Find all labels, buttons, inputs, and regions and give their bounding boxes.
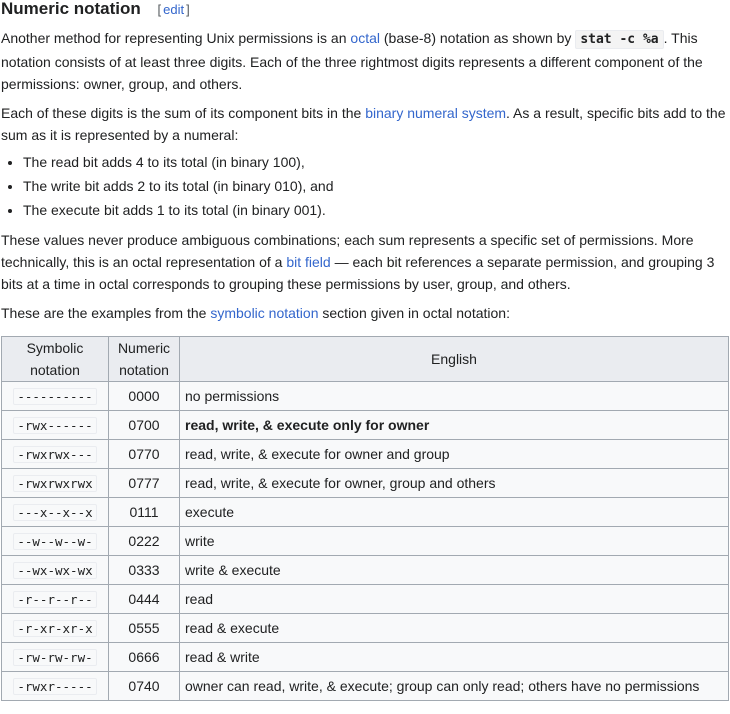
header-symbolic-notation: Symbolic notation <box>1 336 109 382</box>
paragraph-digits: Each of these digits is the sum of its c… <box>1 102 730 146</box>
cell-numeric: 0770 <box>108 439 180 469</box>
table-row: --w--w--w- 0222 write <box>1 526 729 556</box>
text: Each of these digits is the sum of its c… <box>1 105 366 121</box>
cell-numeric: 0555 <box>108 613 180 643</box>
cell-english: write & execute <box>179 555 729 585</box>
paragraph-intro: Another method for representing Unix per… <box>1 27 730 95</box>
cell-english: read <box>179 584 729 614</box>
cell-english: no permissions <box>179 381 729 411</box>
symbolic-code: -rwxrwxrwx <box>13 475 97 492</box>
symbolic-code: ---x--x--x <box>13 504 97 521</box>
cell-english: read & write <box>179 642 729 672</box>
symbolic-code: -rwx------ <box>13 417 97 434</box>
cell-numeric: 0000 <box>108 381 180 411</box>
cell-symbolic: --wx-wx-wx <box>1 555 109 585</box>
header-numeric-notation: Numeric notation <box>108 336 180 382</box>
table-row: -rw-rw-rw- 0666 read & write <box>1 642 729 672</box>
cell-english: read & execute <box>179 613 729 643</box>
cell-english: write <box>179 526 729 556</box>
link-symbolic-notation[interactable]: symbolic notation <box>210 305 318 321</box>
symbolic-code: --w--w--w- <box>13 533 97 550</box>
cell-numeric: 0222 <box>108 526 180 556</box>
cell-symbolic: -rwx------ <box>1 410 109 440</box>
header-english: English <box>179 336 729 382</box>
cell-symbolic: -rwxr----- <box>1 671 109 701</box>
link-octal[interactable]: octal <box>350 30 380 46</box>
text: Another method for representing Unix per… <box>1 30 351 46</box>
cell-english: read, write, & execute for owner and gro… <box>179 439 729 469</box>
symbolic-code: --wx-wx-wx <box>13 562 97 579</box>
cell-numeric: 0666 <box>108 642 180 672</box>
cell-english: read, write, & execute only for owner <box>179 410 729 440</box>
cell-numeric: 0333 <box>108 555 180 585</box>
cell-symbolic: --w--w--w- <box>1 526 109 556</box>
paragraph-ambiguous: These values never produce ambiguous com… <box>1 229 730 295</box>
cell-english: owner can read, write, & execute; group … <box>179 671 729 701</box>
cell-numeric: 0777 <box>108 468 180 498</box>
text: (base-8) notation as shown by <box>379 30 576 46</box>
symbolic-code: -rw-rw-rw- <box>13 649 97 666</box>
cell-symbolic: -rw-rw-rw- <box>1 642 109 672</box>
header-text: notation <box>30 362 80 378</box>
header-text: Symbolic <box>26 340 84 356</box>
table-row: ---x--x--x 0111 execute <box>1 497 729 527</box>
header-text: Numeric <box>117 340 171 356</box>
table-row: --wx-wx-wx 0333 write & execute <box>1 555 729 585</box>
edit-bracket-open: [ <box>157 2 162 17</box>
header-text: notation <box>119 362 169 378</box>
edit-bracket-close: ] <box>186 2 190 17</box>
cell-numeric: 0740 <box>108 671 180 701</box>
table-row: -rwxrwxrwx 0777 read, write, & execute for… <box>1 468 729 498</box>
table-row: -rwx------ 0700 read, write, & execute onl… <box>1 410 729 440</box>
cell-english: execute <box>179 497 729 527</box>
edit-section: [edit] <box>158 2 190 17</box>
cell-numeric: 0700 <box>108 410 180 440</box>
cell-symbolic: -rwxrwxrwx <box>1 468 109 498</box>
list-item: The execute bit adds 1 to its total (in … <box>23 198 730 222</box>
article-section: Numeric notation [edit] Another method f… <box>0 0 730 701</box>
cell-english: read, write, & execute for owner, group … <box>179 468 729 498</box>
table-header-row: Symbolic notation Numeric notation Engli… <box>1 336 729 382</box>
permissions-table: Symbolic notation Numeric notation Engli… <box>1 336 729 701</box>
text: section given in octal notation: <box>318 305 510 321</box>
cell-numeric: 0444 <box>108 584 180 614</box>
text: These are the examples from the <box>1 305 211 321</box>
cell-symbolic: -r--r--r-- <box>1 584 109 614</box>
symbolic-code: -r-xr-xr-x <box>13 620 97 637</box>
link-bit-field[interactable]: bit field <box>286 254 330 270</box>
bit-list: The read bit adds 4 to its total (in bin… <box>1 150 730 222</box>
section-heading: Numeric notation [edit] <box>1 0 730 22</box>
cell-symbolic: -r-xr-xr-x <box>1 613 109 643</box>
cell-symbolic: ---------- <box>1 381 109 411</box>
list-item: The read bit adds 4 to its total (in bin… <box>23 150 730 174</box>
symbolic-code: -rwxrwx--- <box>13 446 97 463</box>
table-row: ---------- 0000 no permissions <box>1 381 729 411</box>
section-title: Numeric notation <box>1 0 141 18</box>
paragraph-examples: These are the examples from the symbolic… <box>1 302 730 324</box>
list-item: The write bit adds 2 to its total (in bi… <box>23 174 730 198</box>
table-row: -r-xr-xr-x 0555 read & execute <box>1 613 729 643</box>
cell-numeric: 0111 <box>108 497 180 527</box>
table-row: -rwxr----- 0740 owner can read, write, & e… <box>1 671 729 701</box>
cell-symbolic: -rwxrwx--- <box>1 439 109 469</box>
symbolic-code: ---------- <box>13 388 97 405</box>
inline-code-stat: stat -c %a <box>575 30 664 49</box>
symbolic-code: -rwxr----- <box>13 678 97 695</box>
link-binary-numeral-system[interactable]: binary numeral system <box>365 105 506 121</box>
symbolic-code: -r--r--r-- <box>13 591 97 608</box>
table-row: -rwxrwx--- 0770 read, write, & execute for… <box>1 439 729 469</box>
edit-link[interactable]: edit <box>163 2 184 17</box>
table-row: -r--r--r-- 0444 read <box>1 584 729 614</box>
cell-symbolic: ---x--x--x <box>1 497 109 527</box>
